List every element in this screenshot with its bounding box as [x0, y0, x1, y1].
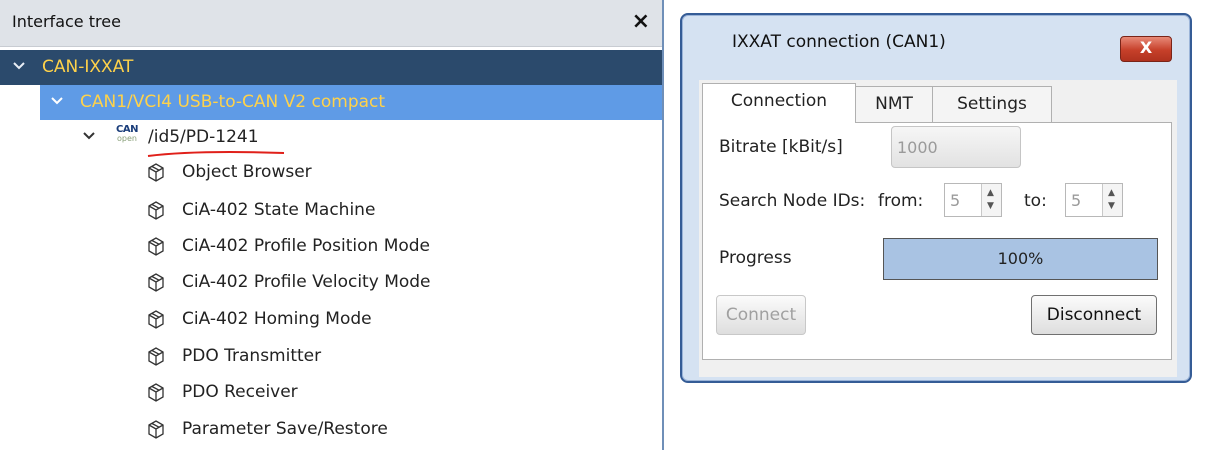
stepper-arrows[interactable]: ▲ ▼ [981, 184, 1001, 216]
chevron-up-icon[interactable]: ▲ [1108, 189, 1115, 198]
tree-item-parameter-save-restore[interactable]: Parameter Save/Restore [0, 412, 662, 447]
search-node-ids-label: Search Node IDs: [719, 191, 866, 211]
dialog-title: IXXAT connection (CAN1) [732, 32, 946, 52]
chevron-up-icon[interactable]: ▲ [987, 189, 994, 198]
package-icon [148, 347, 164, 366]
disconnect-button[interactable]: Disconnect [1031, 295, 1157, 335]
progress-text: 100% [997, 249, 1044, 268]
package-icon [148, 383, 164, 402]
tree-item-label: CiA-402 Profile Position Mode [182, 236, 431, 256]
connection-tab-panel: Bitrate [kBit/s] 1000 Search Node IDs: f… [702, 122, 1172, 360]
progress-bar: 100% [883, 238, 1158, 280]
package-icon [148, 273, 164, 292]
tab-nmt[interactable]: NMT [855, 86, 933, 122]
bitrate-select[interactable]: 1000 [891, 126, 1021, 168]
search-from-label: from: [878, 191, 924, 211]
tree-item-label: CAN-IXXAT [42, 57, 134, 77]
tree-item-label: Parameter Save/Restore [182, 419, 388, 439]
package-icon [148, 237, 164, 256]
tree-item-can-ixxat[interactable]: CAN-IXXAT [0, 50, 662, 85]
close-icon: X [1139, 38, 1153, 57]
chevron-down-icon[interactable] [80, 127, 98, 145]
tree-item-profile-position-mode[interactable]: CiA-402 Profile Position Mode [0, 229, 662, 264]
tree-item-object-browser[interactable]: Object Browser [0, 155, 662, 190]
tab-connection[interactable]: Connection [702, 83, 856, 123]
tree-item-pdo-receiver[interactable]: PDO Receiver [0, 375, 662, 410]
tree-item-homing-mode[interactable]: CiA-402 Homing Mode [0, 302, 662, 337]
stepper-arrows[interactable]: ▲ ▼ [1102, 184, 1122, 216]
package-icon [148, 201, 164, 220]
tab-settings[interactable]: Settings [932, 86, 1052, 122]
tree-item-pdo-transmitter[interactable]: PDO Transmitter [0, 339, 662, 374]
tree-item-label: CiA-402 Homing Mode [182, 309, 372, 329]
search-to-stepper[interactable]: 5 ▲ ▼ [1065, 183, 1123, 217]
search-to-label: to: [1024, 191, 1047, 211]
canopen-icon: CAN open [116, 124, 138, 143]
search-to-value: 5 [1071, 191, 1082, 210]
chevron-down-icon[interactable]: ▼ [1108, 202, 1115, 211]
interface-tree-title: Interface tree [12, 12, 121, 31]
chevron-down-icon[interactable]: ▼ [987, 202, 994, 211]
tree-item-label: CAN1/VCI4 USB-to-CAN V2 compact [80, 92, 386, 112]
tree-item-state-machine[interactable]: CiA-402 State Machine [0, 193, 662, 228]
interface-tree-panel: Interface tree × CAN-IXXAT CAN1/VCI4 USB… [0, 0, 664, 450]
tree-item-label: /id5/PD-1241 [148, 127, 259, 147]
package-icon [148, 163, 164, 182]
chevron-down-icon[interactable] [10, 57, 28, 75]
tree-item-label: CiA-402 State Machine [182, 200, 376, 220]
tree-item-label: PDO Transmitter [182, 346, 322, 366]
package-icon [148, 310, 164, 329]
tree-item-profile-velocity-mode[interactable]: CiA-402 Profile Velocity Mode [0, 265, 662, 300]
chevron-down-icon[interactable] [48, 92, 66, 110]
dialog-client-area: Connection NMT Settings Bitrate [kBit/s]… [699, 80, 1177, 377]
close-button[interactable]: X [1120, 36, 1172, 62]
tree-item-label: CiA-402 Profile Velocity Mode [182, 272, 431, 292]
tree-item-can1-device[interactable]: CAN1/VCI4 USB-to-CAN V2 compact [40, 85, 662, 120]
tree-item-node-pd-1241[interactable]: CAN open /id5/PD-1241 [0, 120, 662, 155]
bitrate-label: Bitrate [kBit/s] [719, 137, 843, 157]
tree-item-label: Object Browser [182, 162, 312, 182]
search-from-value: 5 [950, 191, 961, 210]
connect-button[interactable]: Connect [716, 295, 806, 335]
progress-label: Progress [719, 248, 792, 268]
ixxat-connection-dialog: IXXAT connection (CAN1) X Connection NMT… [680, 13, 1192, 383]
search-from-stepper[interactable]: 5 ▲ ▼ [944, 183, 1002, 217]
close-icon[interactable]: × [632, 9, 650, 34]
tree-item-label: PDO Receiver [182, 382, 298, 402]
package-icon [148, 420, 164, 439]
interface-tree-header: Interface tree × [0, 0, 662, 47]
